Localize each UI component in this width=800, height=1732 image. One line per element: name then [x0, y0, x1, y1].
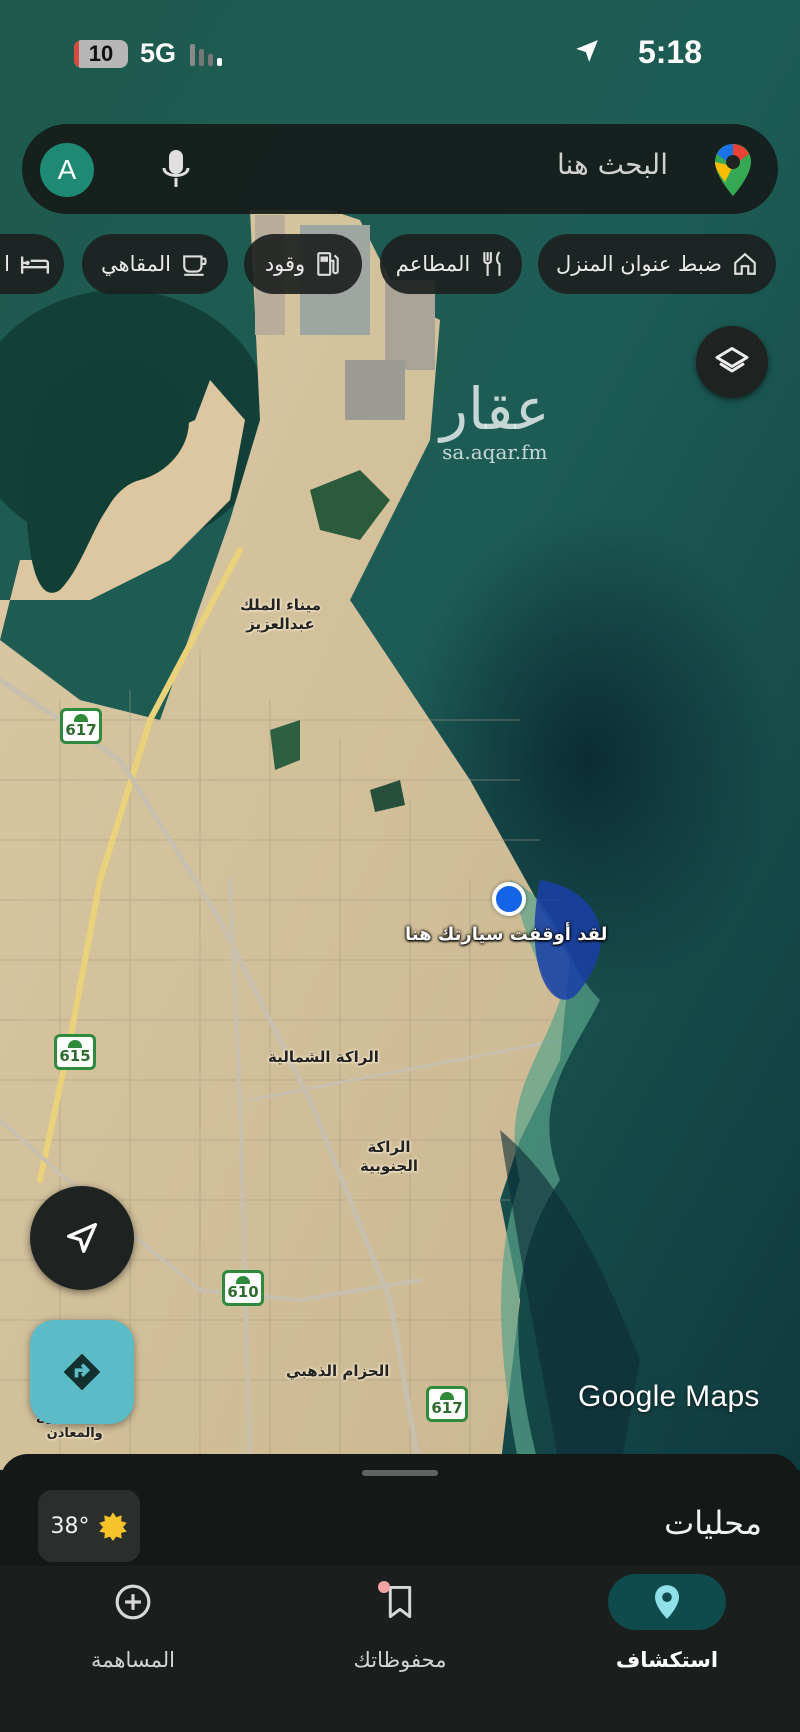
bottom-navigation: استكشاف محفوظاتك المساهمة	[0, 1566, 800, 1732]
search-bar[interactable]: A البحث هنا	[22, 124, 778, 214]
tab-contribute-pill	[74, 1574, 192, 1630]
network-type: 5G	[140, 38, 177, 68]
google-maps-logo: Google Maps	[578, 1380, 760, 1413]
bookmark-icon	[388, 1585, 412, 1619]
location-pin-icon	[655, 1585, 679, 1619]
google-maps-pin-icon	[715, 144, 751, 196]
bottom-sheet[interactable]: 38° محليات	[0, 1454, 800, 1566]
aqar-watermark: عقار sa.aqar.fm	[440, 380, 550, 464]
navigation-arrow-icon	[67, 1223, 98, 1253]
battery-indicator: 10	[74, 40, 128, 68]
place-label-port[interactable]: ميناء الملك عبدالعزيز	[240, 596, 321, 634]
search-input[interactable]: البحث هنا	[557, 148, 668, 181]
tab-contribute-label: المساهمة	[91, 1648, 175, 1672]
layers-icon	[715, 347, 749, 373]
battery-fill	[74, 40, 80, 68]
chip-label: المطاعم	[395, 252, 471, 276]
category-chips: ضبط عنوان المنزل المطاعم وقود المقاهي ا	[0, 234, 800, 296]
signal-strength-icon	[190, 44, 222, 66]
tab-explore-pill	[608, 1574, 726, 1630]
chip-hotels[interactable]: ا	[0, 234, 64, 294]
chip-label: المقاهي	[101, 252, 171, 276]
sun-icon	[98, 1512, 127, 1541]
chip-label: ضبط عنوان المنزل	[556, 252, 722, 276]
layers-button[interactable]	[696, 326, 768, 398]
place-label-rakah-north[interactable]: الراكة الشمالية	[268, 1048, 379, 1067]
account-avatar[interactable]: A	[40, 143, 94, 197]
fork-knife-icon	[483, 251, 501, 276]
chip-label: وقود	[264, 252, 306, 276]
tab-saved-pill	[341, 1574, 459, 1630]
chip-home-address[interactable]: ضبط عنوان المنزل	[538, 234, 776, 294]
my-location-button[interactable]	[30, 1186, 134, 1290]
tab-saved-label: محفوظاتك	[353, 1648, 447, 1672]
sheet-title: محليات	[664, 1504, 762, 1542]
chip-restaurants[interactable]: المطاعم	[380, 234, 522, 294]
tab-saved[interactable]: محفوظاتك	[267, 1566, 533, 1732]
battery-level: 10	[88, 41, 114, 66]
status-bar: 10 5G 5:18	[0, 0, 800, 100]
road-shield-610: 610	[222, 1270, 264, 1306]
chip-label: ا	[4, 252, 10, 276]
road-shield-617-south: 617	[426, 1386, 468, 1422]
aqar-watermark-url: sa.aqar.fm	[442, 440, 548, 464]
location-arrow-icon	[576, 40, 598, 62]
road-shield-615: 615	[54, 1034, 96, 1070]
chip-fuel[interactable]: وقود	[244, 234, 362, 294]
home-icon	[734, 252, 756, 275]
microphone-icon[interactable]	[160, 148, 192, 192]
chip-cafes[interactable]: المقاهي	[82, 234, 228, 294]
parked-car-marker[interactable]	[492, 882, 526, 916]
tab-explore[interactable]: استكشاف	[534, 1566, 800, 1732]
weather-chip[interactable]: 38°	[38, 1490, 140, 1562]
bed-icon	[20, 256, 50, 274]
place-label-golden-belt[interactable]: الحزام الذهبي	[286, 1362, 389, 1381]
directions-icon	[63, 1353, 101, 1391]
tab-explore-label: استكشاف	[615, 1648, 719, 1672]
place-label-rakah-south[interactable]: الراكة الجنوبية	[360, 1138, 418, 1176]
notification-dot	[378, 1581, 390, 1593]
clock: 5:18	[637, 34, 702, 70]
directions-button[interactable]	[30, 1320, 134, 1424]
add-circle-icon	[115, 1584, 151, 1620]
aqar-watermark-text: عقار	[440, 375, 550, 443]
road-shield-617: 617	[60, 708, 102, 744]
temperature: 38°	[50, 1513, 90, 1539]
parked-car-label[interactable]: لقد أوقفت سيارتك هنا	[405, 924, 607, 945]
gas-pump-icon	[317, 252, 339, 276]
tab-contribute[interactable]: المساهمة	[0, 1566, 266, 1732]
coffee-cup-icon	[183, 255, 207, 276]
drag-handle[interactable]	[362, 1470, 438, 1476]
